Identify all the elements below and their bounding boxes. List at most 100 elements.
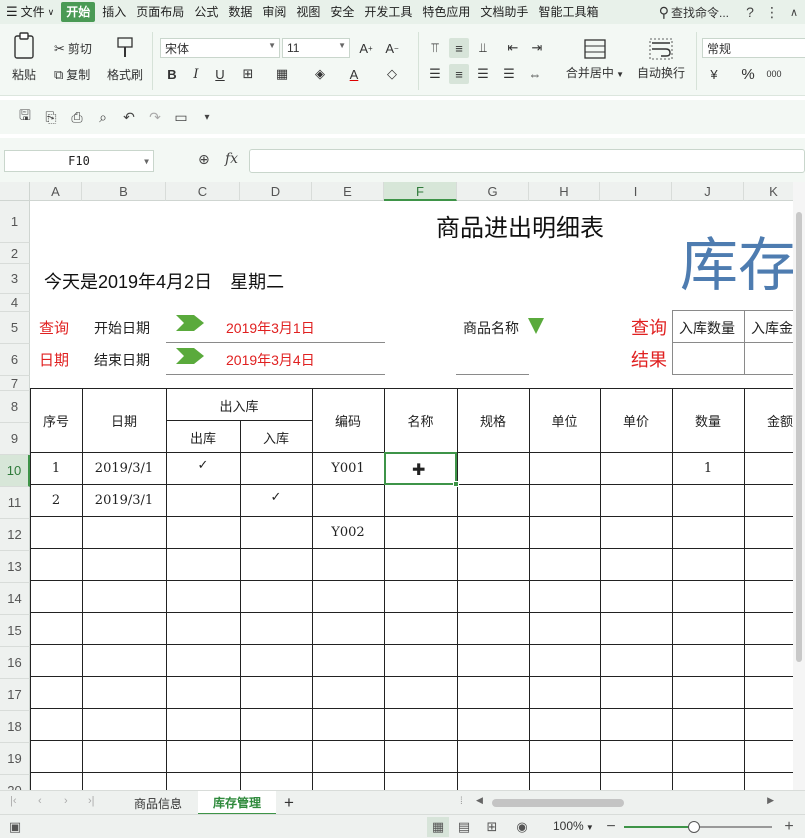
sheet-tab-product-info[interactable]: 商品信息 [118,791,198,815]
tab-security[interactable]: 安全 [325,2,359,22]
reading-mode-icon[interactable]: ◉ [511,817,533,837]
thousands-icon[interactable]: 000 [764,64,784,84]
cut-button[interactable]: ✂ 剪切 [54,40,92,57]
export-pdf-icon[interactable]: ⎘ [40,106,62,128]
record-date[interactable]: 2019/3/1 [82,461,166,476]
fill-color-icon[interactable]: ◈ [310,64,330,84]
row-header-7[interactable]: 7 [0,376,30,391]
collapse-ribbon-icon[interactable]: ∧ [783,1,805,23]
row-header-11[interactable]: 11 [0,487,30,519]
record-code[interactable]: Y002 [312,525,384,540]
row-header-16[interactable]: 16 [0,647,30,679]
tab-review[interactable]: 审阅 [257,2,291,22]
save-icon[interactable]: 🖫 [14,106,36,128]
increase-font-icon[interactable]: A + [356,38,376,58]
fx-icon[interactable]: fx [225,151,238,167]
column-header-h[interactable]: H [529,182,600,201]
column-header-g[interactable]: G [457,182,529,201]
name-box[interactable]: F10 ▼ [4,150,154,172]
tab-developer[interactable]: 开发工具 [359,2,417,22]
column-header-i[interactable]: I [600,182,672,201]
vertical-scrollbar[interactable] [793,182,805,790]
row-header-5[interactable]: 5 [0,312,30,344]
row-header-13[interactable]: 13 [0,551,30,583]
scroll-right-icon[interactable]: ▶ [767,795,774,806]
row-header-14[interactable]: 14 [0,583,30,615]
border-icon[interactable]: ⊞ [238,64,258,84]
row-header-12[interactable]: 12 [0,519,30,551]
row-header-6[interactable]: 6 [0,344,30,376]
splitter-icon[interactable]: ⁞ [460,796,463,807]
record-date[interactable]: 2019/3/1 [82,493,166,508]
tab-formulas[interactable]: 公式 [189,2,223,22]
tab-doc-assistant[interactable]: 文档助手 [475,2,533,22]
font-name-select[interactable]: 宋体 ▼ [160,38,280,58]
column-header-a[interactable]: A [30,182,82,201]
horizontal-scrollbar[interactable]: ◀ ▶ [470,795,780,810]
row-header-15[interactable]: 15 [0,615,30,647]
column-header-b[interactable]: B [82,182,166,201]
number-format-select[interactable]: 常规 [702,38,805,58]
row-header-18[interactable]: 18 [0,711,30,743]
bold-icon[interactable]: B [162,64,182,84]
wrap-text-button[interactable]: 自动换行 [632,38,690,81]
undo-icon[interactable]: ↶ [118,106,140,128]
format-icon[interactable]: ▭ [170,106,192,128]
align-left-icon[interactable]: ☰ [425,64,445,84]
more-icon[interactable]: ⋮ [761,1,783,23]
zoom-slider-knob[interactable] [687,821,700,833]
tab-page-layout[interactable]: 页面布局 [131,2,189,22]
zoom-in-icon[interactable]: + [778,817,800,837]
tab-home[interactable]: 开始 [61,2,96,22]
column-header-d[interactable]: D [240,182,312,201]
increase-indent-icon[interactable]: ⇥ [527,38,547,58]
paste-button[interactable]: 粘贴 [8,32,40,83]
select-all-corner[interactable] [0,182,30,201]
row-header-17[interactable]: 17 [0,679,30,711]
print-preview-icon[interactable]: ⌕ [92,106,114,128]
record-no[interactable]: 2 [30,493,82,508]
column-header-c[interactable]: C [166,182,240,201]
dropdown-triangle-icon[interactable] [528,318,544,334]
page-layout-view-icon[interactable]: ▤ [453,817,475,837]
customize-icon[interactable]: ▾ [196,106,218,128]
tab-featured[interactable]: 特色应用 [417,2,475,22]
decrease-indent-icon[interactable]: ⇤ [503,38,523,58]
record-code[interactable]: Y001 [312,461,384,476]
zoom-out-icon[interactable]: − [600,817,622,837]
command-search[interactable]: ⚲ 查找命令... [659,4,729,21]
sheet-tab-inventory[interactable]: 库存管理 [198,791,276,815]
merge-center-button[interactable]: 合并居中 ▼ [562,38,628,81]
last-sheet-icon[interactable]: ›| [88,795,95,807]
start-date-value[interactable]: 2019年3月1日 [226,318,315,338]
help-icon[interactable]: ? [739,1,761,23]
zoom-search-icon[interactable]: ⊕ [198,151,210,168]
first-sheet-icon[interactable]: |‹ [10,795,17,807]
fill-handle[interactable] [453,481,459,487]
zoom-level[interactable]: 100% ▼ [553,819,594,833]
add-sheet-button[interactable]: + [276,791,302,815]
checkmark-icon[interactable]: ✓ [240,489,312,505]
tab-insert[interactable]: 插入 [97,2,131,22]
redo-icon[interactable]: ↷ [144,106,166,128]
scroll-thumb[interactable] [796,212,802,662]
decrease-font-icon[interactable]: A − [382,38,402,58]
cell-style-icon[interactable]: ▦ [272,64,292,84]
underline-icon[interactable]: U [210,64,230,84]
spreadsheet-grid[interactable]: ABCDEFGHIJK 1 2 3 4 5 6 7 8 9 10 11 12 13 14 15 16 17 18 1… [0,182,805,790]
column-header-e[interactable]: E [312,182,384,201]
row-header-1[interactable]: 1 [0,201,30,243]
record-no[interactable]: 1 [30,461,82,476]
scroll-left-icon[interactable]: ◀ [476,795,483,806]
distributed-icon[interactable]: ⇔ [525,64,545,84]
formula-input[interactable] [249,149,805,173]
font-size-select[interactable]: 11 ▼ [282,38,350,58]
normal-view-icon[interactable]: ▦ [427,817,449,837]
row-header-20[interactable]: 20 [0,775,30,790]
tab-data[interactable]: 数据 [223,2,257,22]
row-header-3[interactable]: 3 [0,264,30,294]
prev-sheet-icon[interactable]: ‹ [38,795,42,807]
italic-icon[interactable]: I [186,64,206,84]
record-qty[interactable]: 1 [672,461,744,476]
percent-icon[interactable]: % [738,64,758,84]
